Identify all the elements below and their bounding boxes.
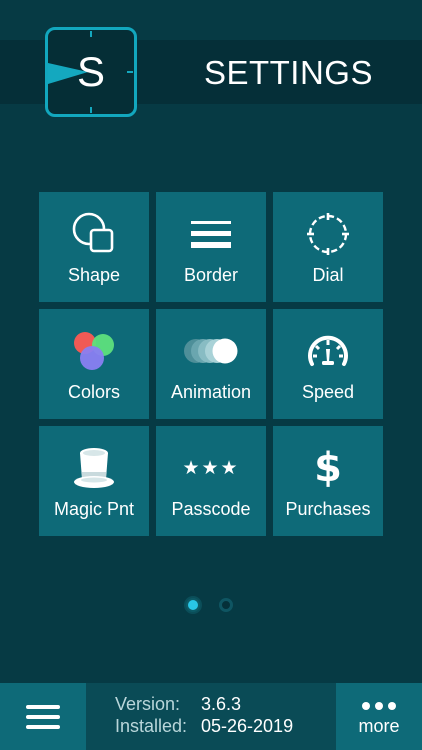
- speed-tile[interactable]: Speed: [273, 309, 383, 419]
- passcode-tile[interactable]: ★★★ Passcode: [156, 426, 266, 536]
- page-dot-1[interactable]: [186, 598, 200, 612]
- border-icon: [156, 210, 266, 258]
- border-tile[interactable]: Border: [156, 192, 266, 302]
- installed-value: 05-26-2019: [201, 716, 294, 736]
- tile-label: Purchases: [285, 499, 371, 519]
- version-label: Version:: [115, 694, 181, 714]
- colors-icon: [39, 327, 149, 375]
- installed-row: Installed: 05-26-2019: [115, 716, 293, 737]
- page-dot-2[interactable]: [219, 598, 233, 612]
- animation-icon: [156, 327, 266, 375]
- more-dots-icon: [362, 702, 396, 710]
- speed-icon: [273, 327, 383, 375]
- hamburger-icon: [26, 704, 60, 729]
- purchases-tile[interactable]: $ Purchases: [273, 426, 383, 536]
- tile-label: Magic Pnt: [53, 499, 135, 519]
- page-indicator: [185, 598, 237, 618]
- tile-label: Shape: [67, 265, 121, 285]
- app-logo: S: [45, 27, 137, 117]
- tile-label: Animation: [170, 382, 252, 402]
- version-row: Version: 3.6.3: [115, 694, 241, 715]
- colors-tile[interactable]: Colors: [39, 309, 149, 419]
- shape-icon: [39, 210, 149, 258]
- tile-label: Dial: [312, 265, 344, 285]
- menu-button[interactable]: [0, 683, 86, 750]
- top-hat-icon: [39, 444, 149, 492]
- tile-label: Border: [183, 265, 239, 285]
- version-value: 3.6.3: [201, 694, 242, 714]
- shape-tile[interactable]: Shape: [39, 192, 149, 302]
- magic-pnt-tile[interactable]: Magic Pnt: [39, 426, 149, 536]
- animation-tile[interactable]: Animation: [156, 309, 266, 419]
- tile-label: Colors: [67, 382, 120, 402]
- dollar-glyph: $: [314, 445, 342, 491]
- more-button[interactable]: more: [336, 683, 422, 750]
- logo-letter: S: [76, 48, 105, 95]
- tile-label: Passcode: [171, 499, 251, 519]
- bottom-bar: Version: 3.6.3 Installed: 05-26-2019 more: [0, 683, 422, 750]
- dial-icon: [273, 210, 383, 258]
- more-label: more: [358, 716, 400, 736]
- dial-tile[interactable]: Dial: [273, 192, 383, 302]
- passcode-stars-icon: ★★★: [156, 444, 266, 492]
- tile-label: Speed: [301, 382, 355, 402]
- page-title: SETTINGS: [203, 54, 373, 91]
- passcode-stars: ★★★: [182, 457, 240, 479]
- dollar-icon: $: [273, 444, 383, 492]
- installed-label: Installed:: [115, 716, 188, 736]
- settings-grid: Shape Border Dial Colors Animation Speed…: [39, 192, 384, 537]
- version-info: Version: 3.6.3 Installed: 05-26-2019: [115, 694, 325, 744]
